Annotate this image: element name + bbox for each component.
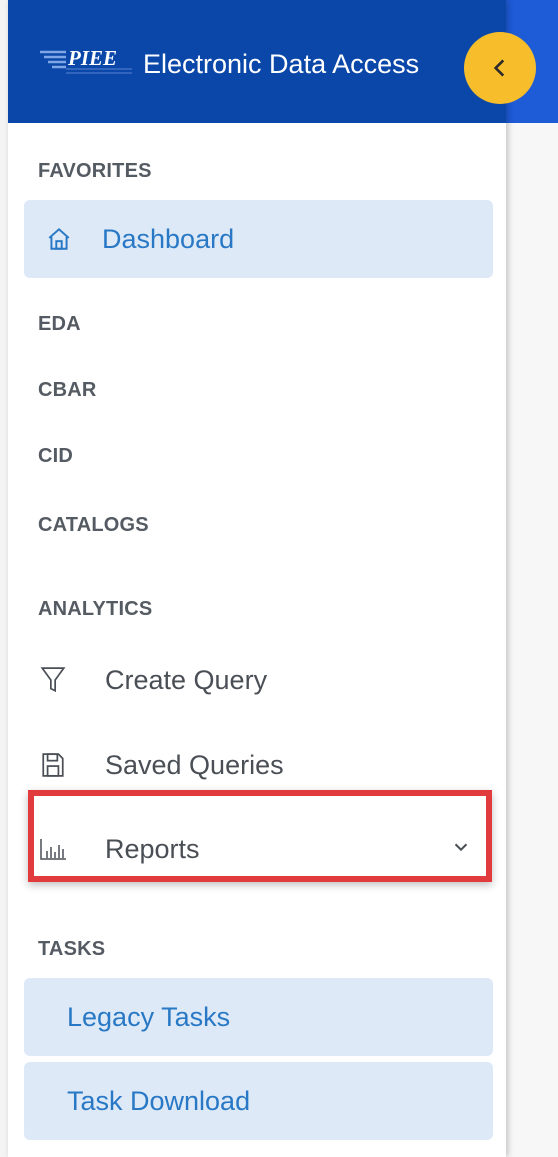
section-cid[interactable]: CID — [38, 445, 73, 468]
filter-icon — [38, 665, 68, 695]
chevron-down-icon[interactable] — [450, 836, 472, 863]
sidebar-item-saved-queries[interactable]: Saved Queries — [38, 740, 488, 790]
chevron-left-icon — [493, 59, 505, 77]
sidebar-item-label: Create Query — [105, 664, 268, 695]
piee-logo: PIEE — [40, 46, 132, 74]
sidebar-item-task-download[interactable]: Task Download — [24, 1062, 493, 1140]
section-analytics: ANALYTICS — [38, 598, 153, 620]
sidebar-item-label: Legacy Tasks — [67, 1001, 231, 1032]
sidebar-item-label: Task Download — [67, 1085, 251, 1116]
section-catalogs[interactable]: CATALOGS — [38, 514, 149, 537]
sidebar-item-dashboard[interactable]: Dashboard — [24, 200, 493, 278]
sidebar-item-label: Saved Queries — [105, 749, 284, 780]
section-favorites: FAVORITES — [38, 160, 152, 182]
app-title: Electronic Data Access — [143, 49, 420, 79]
collapse-sidebar-button[interactable] — [464, 32, 536, 104]
window-frame — [0, 0, 8, 1157]
section-tasks: TASKS — [38, 938, 106, 960]
sidebar-item-reports[interactable]: Reports — [38, 824, 488, 874]
sidebar-item-label: Reports — [105, 833, 200, 864]
save-icon — [38, 750, 68, 780]
sidebar: PIEE Electronic Data Access FAVORITES Da… — [8, 0, 506, 1157]
sidebar-header: PIEE Electronic Data Access — [8, 0, 506, 123]
sidebar-item-create-query[interactable]: Create Query — [38, 655, 488, 705]
svg-text:PIEE: PIEE — [67, 46, 117, 70]
section-cbar[interactable]: CBAR — [38, 379, 97, 402]
bar-chart-icon — [38, 834, 68, 864]
section-eda[interactable]: EDA — [38, 313, 81, 336]
main-content-area — [506, 123, 558, 1157]
sidebar-item-legacy-tasks[interactable]: Legacy Tasks — [24, 978, 493, 1056]
sidebar-item-label: Dashboard — [102, 223, 235, 254]
home-icon — [46, 226, 72, 252]
